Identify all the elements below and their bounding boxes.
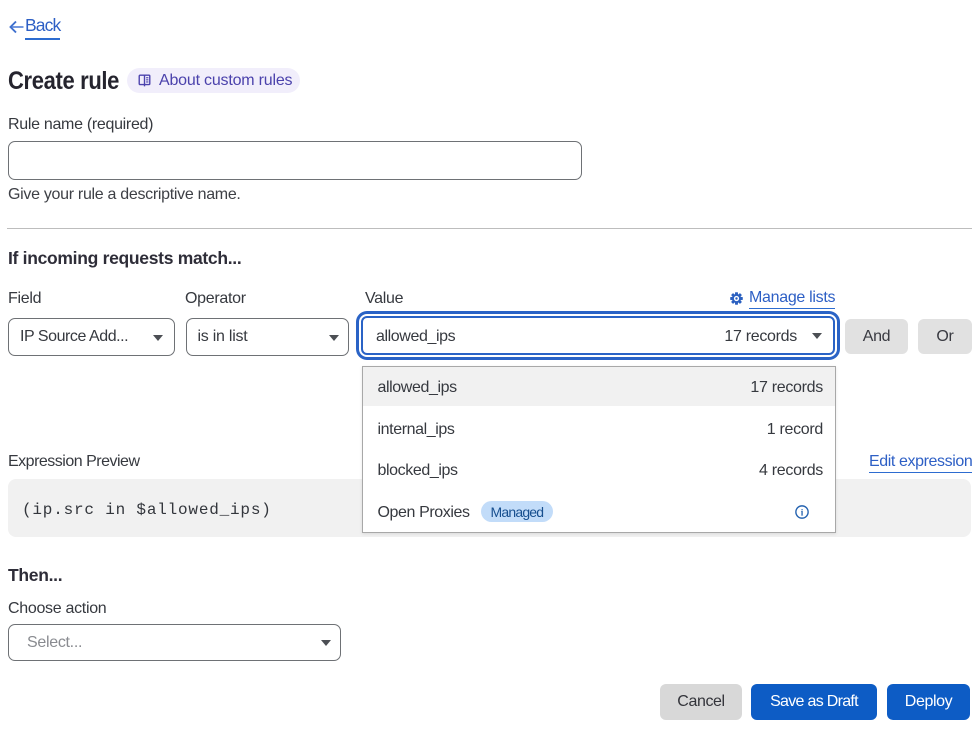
svg-text:i: i: [801, 508, 804, 518]
